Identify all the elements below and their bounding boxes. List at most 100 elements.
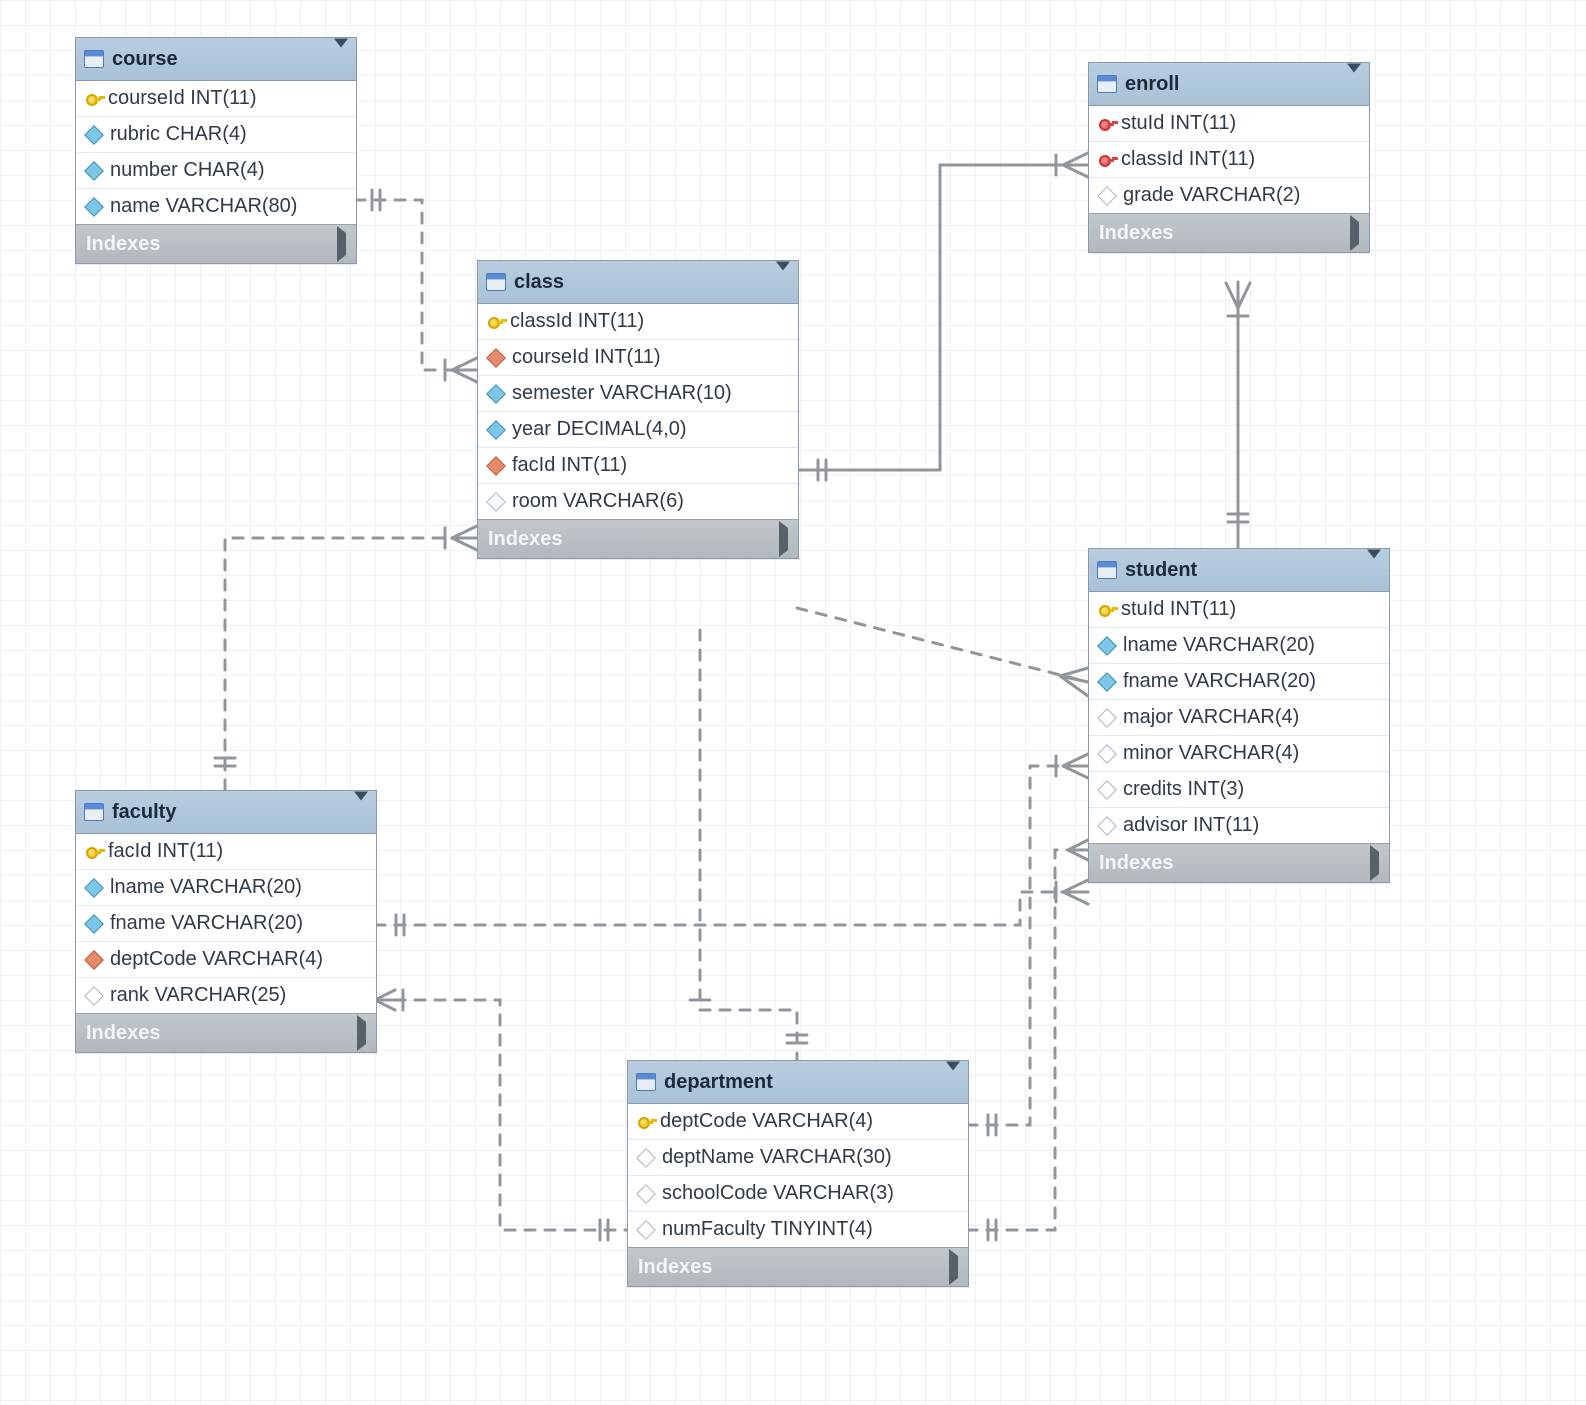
column-row[interactable]: facId INT(11) xyxy=(478,448,798,484)
column-row[interactable]: courseId INT(11) xyxy=(478,340,798,376)
table-title: student xyxy=(1125,559,1197,582)
table-title: course xyxy=(112,48,178,71)
table-header[interactable]: enroll xyxy=(1089,63,1369,106)
column-row[interactable]: room VARCHAR(6) xyxy=(478,484,798,519)
table-header[interactable]: department xyxy=(628,1061,968,1104)
indexes-section[interactable]: Indexes xyxy=(628,1247,968,1286)
table-enroll[interactable]: enroll stuId INT(11) classId INT(11)grade … xyxy=(1088,62,1370,253)
column-row[interactable]: rank VARCHAR(25) xyxy=(76,978,376,1013)
primary-key-icon xyxy=(1099,603,1113,617)
expand-icon[interactable] xyxy=(337,233,346,256)
column-label: number CHAR(4) xyxy=(110,159,264,182)
table-course[interactable]: course courseId INT(11) rubric CHAR(4) numb… xyxy=(75,37,357,264)
column-label: stuId INT(11) xyxy=(1121,112,1236,135)
collapse-icon[interactable] xyxy=(1347,73,1361,96)
table-student[interactable]: student stuId INT(11) lname VARCHAR(20) fna… xyxy=(1088,548,1390,883)
column-row[interactable]: stuId INT(11) xyxy=(1089,592,1389,628)
column-row[interactable]: lname VARCHAR(20) xyxy=(1089,628,1389,664)
table-icon xyxy=(84,803,104,821)
collapse-icon[interactable] xyxy=(1367,559,1381,582)
foreign-key-icon xyxy=(486,456,506,476)
column-row[interactable]: classId INT(11) xyxy=(478,304,798,340)
column-label: rank VARCHAR(25) xyxy=(110,984,286,1007)
column-row[interactable]: schoolCode VARCHAR(3) xyxy=(628,1176,968,1212)
table-icon xyxy=(636,1073,656,1091)
collapse-icon[interactable] xyxy=(354,801,368,824)
column-row[interactable]: facId INT(11) xyxy=(76,834,376,870)
columns-list: deptCode VARCHAR(4) deptName VARCHAR(30) s… xyxy=(628,1104,968,1247)
column-row[interactable]: numFaculty TINYINT(4) xyxy=(628,1212,968,1247)
column-row[interactable]: year DECIMAL(4,0) xyxy=(478,412,798,448)
column-row[interactable]: deptName VARCHAR(30) xyxy=(628,1140,968,1176)
table-icon xyxy=(486,273,506,291)
column-row[interactable]: lname VARCHAR(20) xyxy=(76,870,376,906)
collapse-icon[interactable] xyxy=(334,48,348,71)
column-row[interactable]: classId INT(11) xyxy=(1089,142,1369,178)
table-header[interactable]: faculty xyxy=(76,791,376,834)
column-row[interactable]: rubric CHAR(4) xyxy=(76,117,356,153)
column-row[interactable]: name VARCHAR(80) xyxy=(76,189,356,224)
indexes-section[interactable]: Indexes xyxy=(76,1013,376,1052)
column-row[interactable]: courseId INT(11) xyxy=(76,81,356,117)
table-faculty[interactable]: faculty facId INT(11) lname VARCHAR(20) fna… xyxy=(75,790,377,1053)
table-icon xyxy=(84,50,104,68)
table-header[interactable]: student xyxy=(1089,549,1389,592)
column-label: deptCode VARCHAR(4) xyxy=(660,1110,873,1133)
column-nullable-icon xyxy=(1097,186,1117,206)
column-row[interactable]: semester VARCHAR(10) xyxy=(478,376,798,412)
expand-icon[interactable] xyxy=(1370,852,1379,875)
column-row[interactable]: major VARCHAR(4) xyxy=(1089,700,1389,736)
expand-icon[interactable] xyxy=(357,1022,366,1045)
column-label: stuId INT(11) xyxy=(1121,598,1236,621)
column-label: rubric CHAR(4) xyxy=(110,123,247,146)
column-label: lname VARCHAR(20) xyxy=(110,876,302,899)
column-row[interactable]: stuId INT(11) xyxy=(1089,106,1369,142)
expand-icon[interactable] xyxy=(1350,222,1359,245)
table-header[interactable]: course xyxy=(76,38,356,81)
columns-list: stuId INT(11) classId INT(11)grade VARCHA… xyxy=(1089,106,1369,213)
column-label: room VARCHAR(6) xyxy=(512,490,684,513)
column-row[interactable]: fname VARCHAR(20) xyxy=(1089,664,1389,700)
primary-key-icon xyxy=(638,1115,652,1129)
indexes-label: Indexes xyxy=(86,1022,160,1045)
table-department[interactable]: department deptCode VARCHAR(4) deptName VA… xyxy=(627,1060,969,1287)
column-notnull-icon xyxy=(486,384,506,404)
column-row[interactable]: deptCode VARCHAR(4) xyxy=(76,942,376,978)
primary-foreign-key-icon xyxy=(1099,153,1113,167)
column-notnull-icon xyxy=(1097,672,1117,692)
column-row[interactable]: number CHAR(4) xyxy=(76,153,356,189)
column-row[interactable]: grade VARCHAR(2) xyxy=(1089,178,1369,213)
column-row[interactable]: credits INT(3) xyxy=(1089,772,1389,808)
indexes-section[interactable]: Indexes xyxy=(76,224,356,263)
indexes-section[interactable]: Indexes xyxy=(478,519,798,558)
column-nullable-icon xyxy=(1097,744,1117,764)
column-row[interactable]: fname VARCHAR(20) xyxy=(76,906,376,942)
table-icon xyxy=(1097,75,1117,93)
column-row[interactable]: minor VARCHAR(4) xyxy=(1089,736,1389,772)
column-label: classId INT(11) xyxy=(510,310,644,333)
expand-icon[interactable] xyxy=(779,528,788,551)
indexes-section[interactable]: Indexes xyxy=(1089,213,1369,252)
columns-list: facId INT(11) lname VARCHAR(20) fname VARC… xyxy=(76,834,376,1013)
expand-icon[interactable] xyxy=(949,1256,958,1279)
column-nullable-icon xyxy=(1097,780,1117,800)
column-label: courseId INT(11) xyxy=(512,346,661,369)
column-label: fname VARCHAR(20) xyxy=(1123,670,1316,693)
indexes-section[interactable]: Indexes xyxy=(1089,843,1389,882)
table-class[interactable]: class classId INT(11) courseId INT(11) seme… xyxy=(477,260,799,559)
column-label: lname VARCHAR(20) xyxy=(1123,634,1315,657)
indexes-label: Indexes xyxy=(1099,852,1173,875)
column-notnull-icon xyxy=(84,161,104,181)
collapse-icon[interactable] xyxy=(776,271,790,294)
column-label: schoolCode VARCHAR(3) xyxy=(662,1182,894,1205)
table-header[interactable]: class xyxy=(478,261,798,304)
column-nullable-icon xyxy=(636,1220,656,1240)
foreign-key-icon xyxy=(84,950,104,970)
primary-key-icon xyxy=(86,845,100,859)
column-row[interactable]: deptCode VARCHAR(4) xyxy=(628,1104,968,1140)
collapse-icon[interactable] xyxy=(946,1071,960,1094)
column-label: facId INT(11) xyxy=(108,840,223,863)
column-label: deptName VARCHAR(30) xyxy=(662,1146,892,1169)
column-nullable-icon xyxy=(1097,816,1117,836)
column-row[interactable]: advisor INT(11) xyxy=(1089,808,1389,843)
